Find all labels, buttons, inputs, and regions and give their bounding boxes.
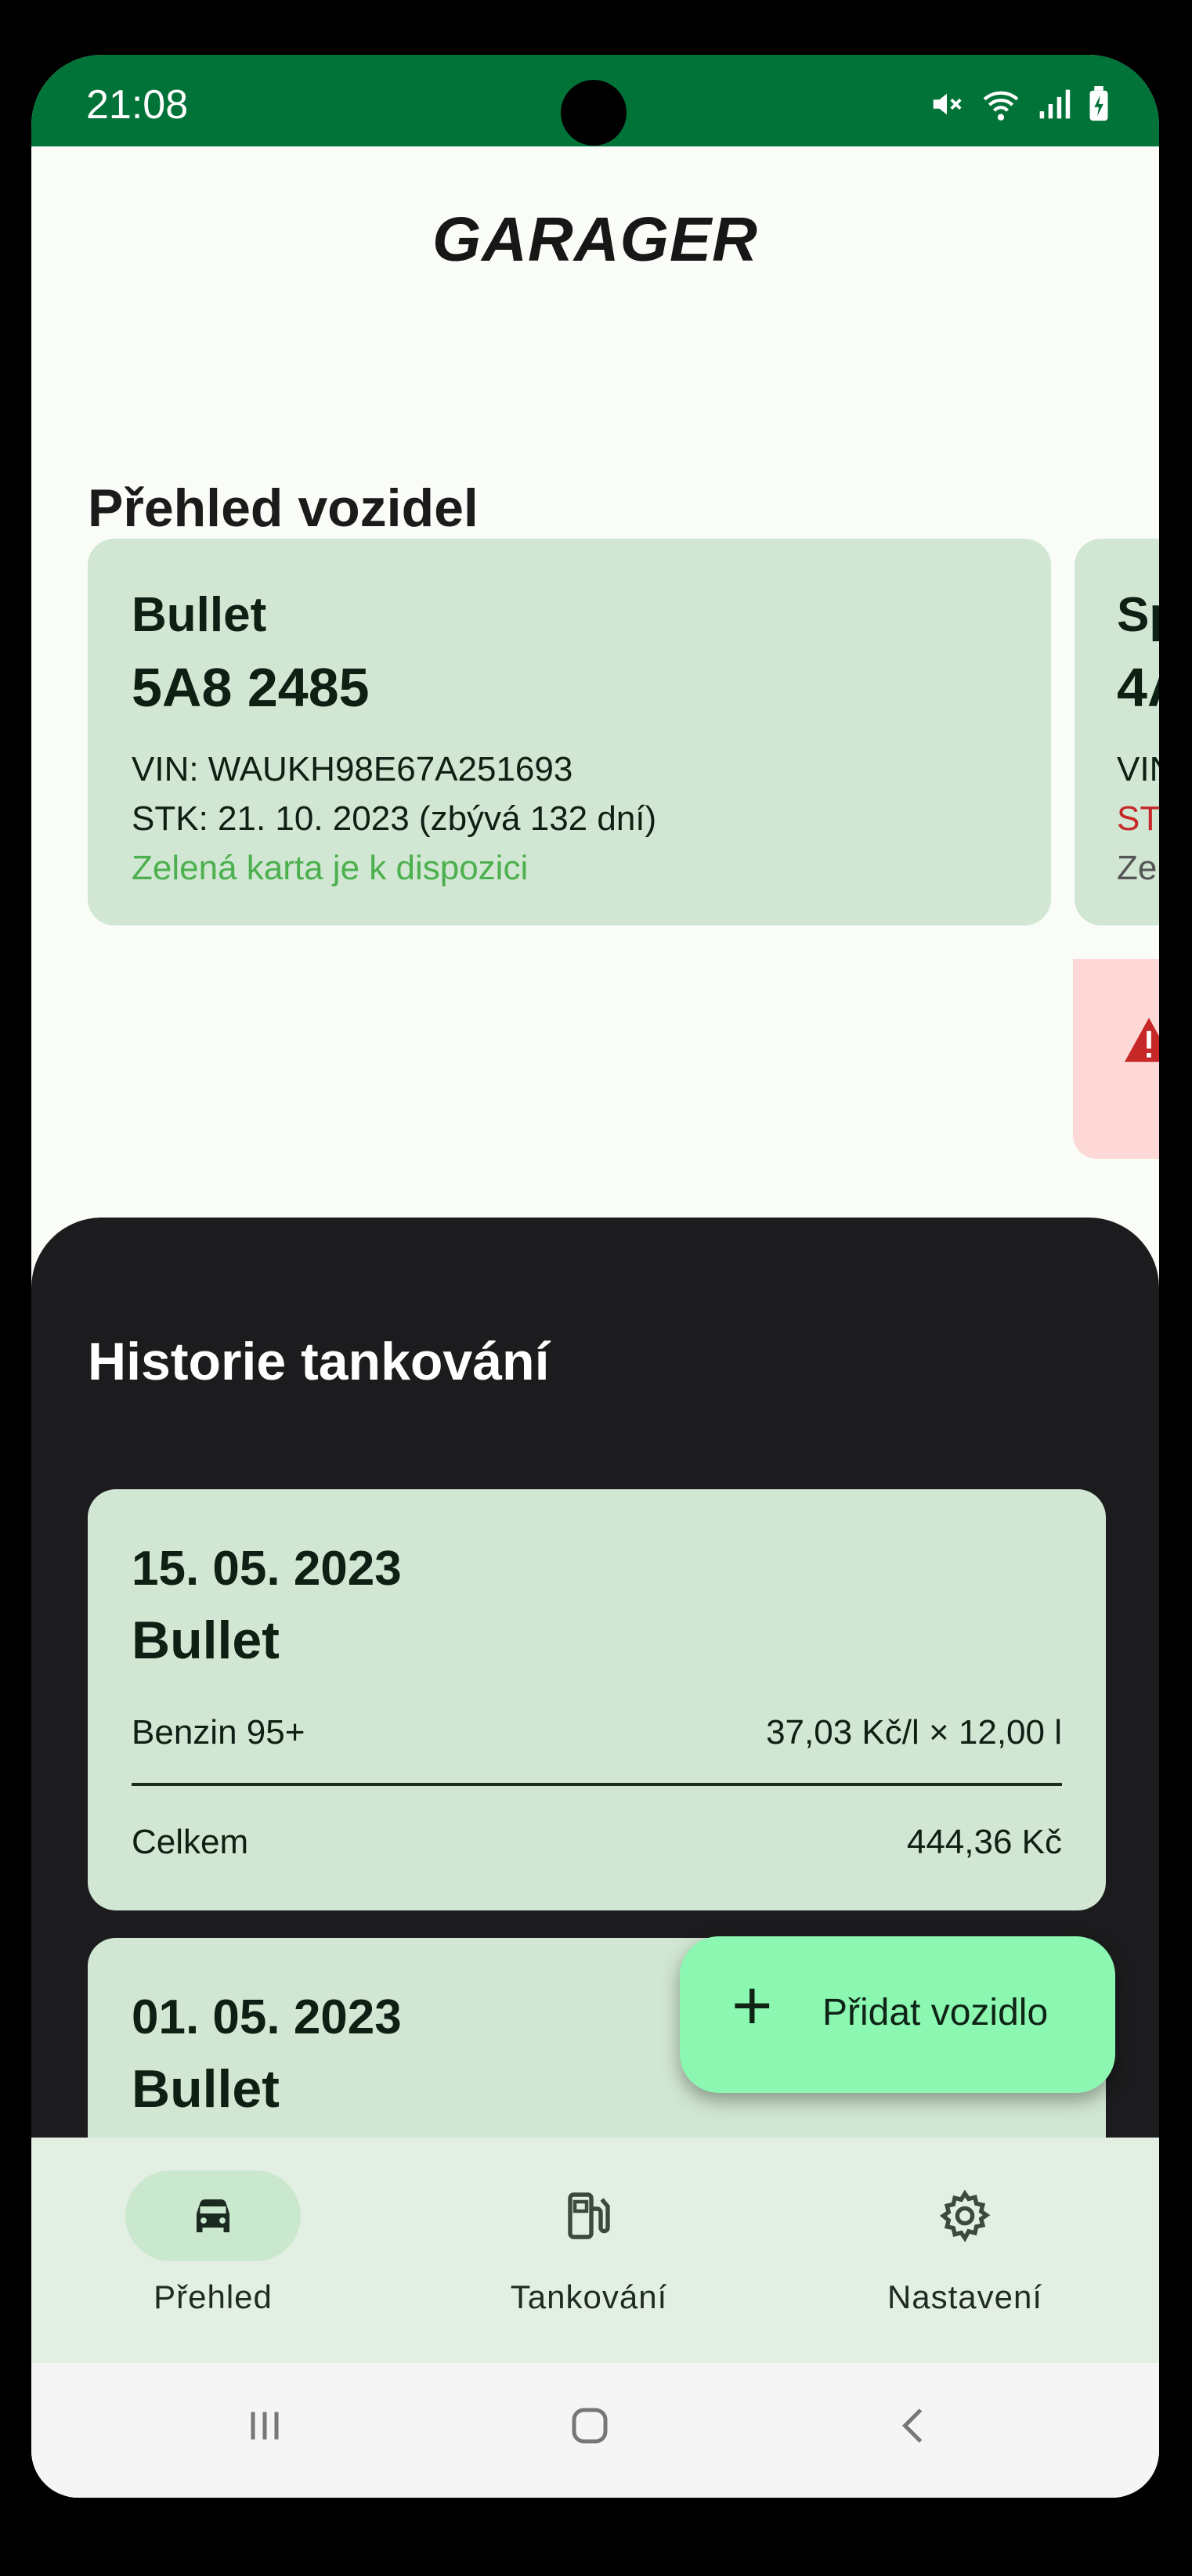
bottom-navigation: Přehled Tankování Nastavení bbox=[31, 2138, 1159, 2363]
nav-item-refueling[interactable]: Tankování bbox=[407, 2138, 783, 2363]
vehicle-vin: VIN bbox=[1117, 750, 1159, 788]
total-value: 444,36 Kč bbox=[906, 1823, 1062, 1861]
nav-label: Nastavení bbox=[887, 2278, 1043, 2315]
app-title: GARAGER bbox=[432, 204, 758, 274]
nav-item-settings[interactable]: Nastavení bbox=[783, 2138, 1159, 2363]
phone-screen: 21:08 GARAGER Přehled vozidel Bullet 5A8… bbox=[31, 55, 1159, 2498]
refuel-vehicle: Bullet bbox=[132, 1611, 280, 1670]
vehicle-green-card-status: Zelená karta je k dispozici bbox=[132, 849, 529, 887]
vehicle-stk: ST bbox=[1117, 799, 1159, 838]
vehicle-card[interactable]: Sp 4A VIN ST Ze bbox=[1075, 539, 1159, 925]
vehicle-card[interactable]: Bullet 5A8 2485 VIN: WAUKH98E67A251693 S… bbox=[88, 539, 1051, 925]
nav-label: Přehled bbox=[154, 2278, 273, 2315]
plus-icon: + bbox=[731, 1967, 773, 2045]
refuel-vehicle: Bullet bbox=[132, 2059, 280, 2119]
status-time: 21:08 bbox=[86, 82, 189, 128]
back-icon[interactable] bbox=[891, 2402, 938, 2453]
warning-icon bbox=[1125, 1017, 1159, 1063]
fuel-type: Benzin 95+ bbox=[132, 1713, 305, 1752]
history-section-title: Historie tankování bbox=[88, 1332, 550, 1391]
vehicle-vin: VIN: WAUKH98E67A251693 bbox=[132, 750, 573, 788]
battery-charging-icon bbox=[1087, 86, 1111, 126]
mute-icon bbox=[929, 86, 965, 126]
divider bbox=[132, 1783, 1062, 1786]
car-icon bbox=[197, 2199, 229, 2232]
refuel-date: 15. 05. 2023 bbox=[132, 1542, 402, 1596]
fuel-pump-icon bbox=[568, 2192, 610, 2239]
signal-icon bbox=[1037, 86, 1071, 126]
add-vehicle-label: Přidat vozidlo bbox=[822, 1992, 1049, 2033]
vehicle-green-card-status: Ze bbox=[1117, 849, 1158, 887]
nav-label: Tankování bbox=[510, 2278, 668, 2315]
vehicles-section-title: Přehled vozidel bbox=[88, 478, 479, 538]
price-calculation: 37,03 Kč/l × 12,00 l bbox=[766, 1713, 1062, 1752]
add-vehicle-button[interactable]: + Přidat vozidlo bbox=[680, 1936, 1115, 2093]
vehicle-name: Sp bbox=[1117, 588, 1159, 642]
nav-item-overview[interactable]: Přehled bbox=[31, 2138, 407, 2363]
vehicle-alert-strip bbox=[1073, 959, 1159, 1159]
status-bar: 21:08 bbox=[31, 55, 1159, 146]
total-label: Celkem bbox=[132, 1823, 249, 1861]
refuel-date: 01. 05. 2023 bbox=[132, 1990, 402, 2044]
gear-icon bbox=[939, 2189, 991, 2242]
vehicle-plate: 5A8 2485 bbox=[132, 657, 370, 718]
refuel-entry-card[interactable]: 15. 05. 2023 Bullet Benzin 95+ 37,03 Kč/… bbox=[88, 1489, 1106, 1910]
vehicle-stk: STK: 21. 10. 2023 (zbývá 132 dní) bbox=[132, 799, 657, 838]
status-icons bbox=[929, 86, 1111, 126]
vehicle-name: Bullet bbox=[132, 588, 267, 642]
system-navigation-bar bbox=[31, 2363, 1159, 2498]
home-icon[interactable] bbox=[564, 2402, 616, 2453]
vehicle-plate: 4A bbox=[1117, 657, 1159, 718]
camera-cutout bbox=[561, 80, 627, 146]
recent-apps-icon[interactable] bbox=[241, 2402, 288, 2453]
wifi-icon bbox=[981, 86, 1021, 126]
